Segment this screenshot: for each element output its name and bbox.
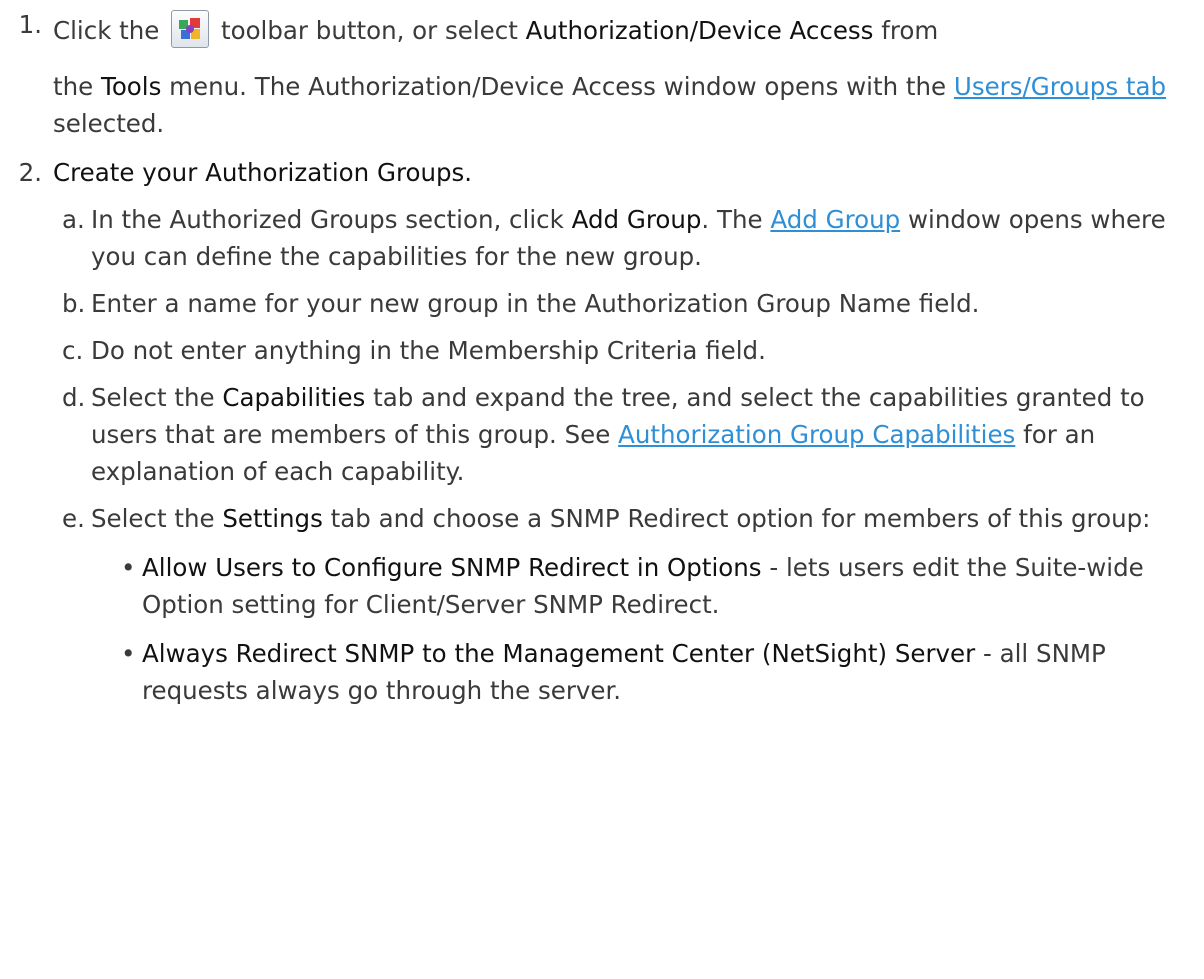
snmp-redirect-options: • Allow Users to Configure SNMP Redirect… [91, 549, 1190, 709]
link-add-group[interactable]: Add Group [770, 205, 900, 234]
capabilities-tab-label: Capabilities [222, 383, 366, 412]
substep-b: b. Enter a name for your new group in th… [62, 289, 980, 318]
step-2-title: Create your Authorization Groups. [53, 158, 473, 187]
link-users-groups-tab[interactable]: Users/Groups tab [954, 72, 1166, 101]
substep-e: e. Select the Settings tab and choose a … [0, 500, 1190, 709]
substep-a: a. In the Authorized Groups section, cli… [62, 205, 1166, 271]
substep-c: c. Do not enter anything in the Membersh… [62, 336, 766, 365]
bullet-icon: • [121, 553, 136, 582]
step-number: 1. [18, 10, 42, 39]
menu-item-authorization-device-access: Authorization/Device Access [525, 16, 874, 45]
step-number: 2. [18, 158, 42, 187]
add-group-label: Add Group [571, 205, 702, 234]
step-1-continuation: the Tools menu. The Authorization/Device… [53, 72, 1167, 138]
substep-d: d. Select the Capabilities tab and expan… [62, 383, 1145, 486]
menu-tools: Tools [101, 72, 162, 101]
bullet-icon: • [121, 639, 136, 668]
help-document: 1. Click the toolbar button, or select A… [0, 0, 1204, 979]
step-2: 2. Create your Authorization Groups. a. … [0, 154, 1190, 709]
link-authorization-group-capabilities[interactable]: Authorization Group Capabilities [618, 420, 1015, 449]
step-1: 1. Click the toolbar button, or select A… [0, 6, 1190, 142]
list-item: • Always Redirect SNMP to the Management… [91, 635, 1190, 709]
step-1-line: Click the toolbar button, or select Auth… [53, 6, 1190, 56]
list-item: • Allow Users to Configure SNMP Redirect… [91, 549, 1190, 623]
settings-tab-label: Settings [222, 504, 323, 533]
authorization-device-access-icon[interactable] [171, 10, 210, 48]
